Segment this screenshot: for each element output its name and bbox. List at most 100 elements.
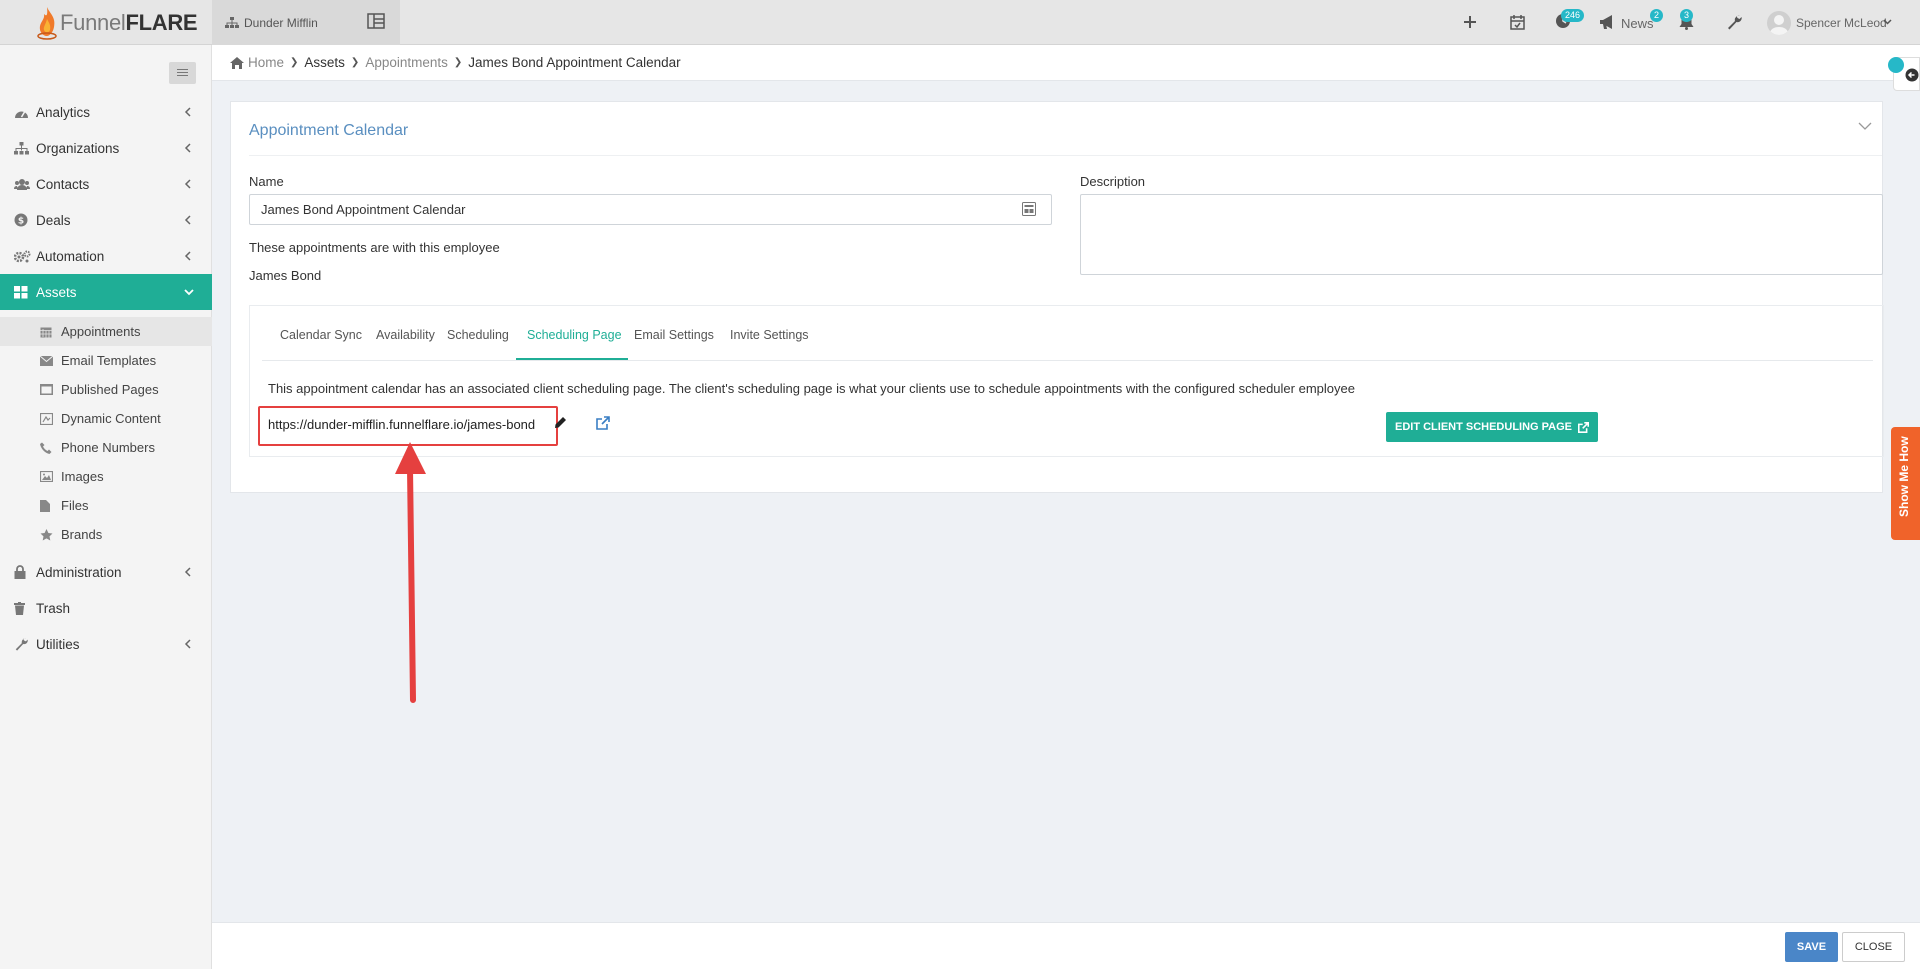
description-textarea[interactable] bbox=[1080, 194, 1883, 275]
chevron-left-icon bbox=[184, 143, 191, 153]
sidebar-item-assets[interactable]: Assets bbox=[0, 274, 212, 310]
avatar[interactable] bbox=[1767, 11, 1791, 35]
external-link-icon[interactable] bbox=[596, 416, 610, 430]
sidebar-subitem-email-templates[interactable]: Email Templates bbox=[0, 346, 212, 375]
sidebar-subitem-label: Brands bbox=[61, 527, 103, 542]
breadcrumb-home[interactable]: Home bbox=[248, 55, 284, 70]
sidebar-item-automation[interactable]: Automation bbox=[0, 238, 212, 274]
sidebar-item-label: Assets bbox=[36, 284, 77, 300]
description-label: Description bbox=[1080, 174, 1146, 189]
sidebar-item-deals[interactable]: $ Deals bbox=[0, 202, 212, 238]
sidebar-item-utilities[interactable]: Utilities bbox=[0, 626, 212, 662]
tasks-badge: 246 bbox=[1561, 9, 1585, 22]
dynamic-icon bbox=[40, 412, 56, 425]
tab-calendar-sync[interactable]: Calendar Sync bbox=[280, 328, 362, 342]
cogs-icon bbox=[14, 250, 32, 263]
save-button[interactable]: SAVE bbox=[1785, 932, 1838, 962]
brand-name-part2: FLARE bbox=[125, 9, 198, 35]
name-input[interactable] bbox=[249, 194, 1052, 225]
sidebar-item-contacts[interactable]: Contacts bbox=[0, 166, 212, 202]
collapse-chevron-icon[interactable] bbox=[1858, 122, 1872, 130]
organization-name: Dunder Mifflin bbox=[244, 15, 318, 30]
tabs-panel: Calendar Sync Availability Scheduling Sc… bbox=[249, 305, 1884, 457]
show-me-how-label: Show Me How bbox=[1897, 436, 1911, 517]
field-picker-icon[interactable] bbox=[1022, 202, 1036, 216]
calendar-icon bbox=[40, 326, 56, 338]
divider bbox=[249, 155, 1882, 156]
logo[interactable]: FunnelFLARE bbox=[0, 0, 212, 45]
sidebar-subitem-label: Phone Numbers bbox=[61, 440, 155, 455]
appointment-calendar-card: Appointment Calendar Name Description Th… bbox=[230, 101, 1884, 493]
edit-client-scheduling-page-button[interactable]: EDIT CLIENT SCHEDULING PAGE bbox=[1386, 412, 1598, 442]
tab-scheduling[interactable]: Scheduling bbox=[447, 328, 509, 342]
phone-icon bbox=[40, 442, 56, 454]
show-me-how-tab[interactable]: Show Me How bbox=[1891, 427, 1920, 540]
chevron-left-icon bbox=[184, 639, 191, 649]
sidebar-item-trash[interactable]: Trash bbox=[0, 590, 212, 626]
tab-invite-settings[interactable]: Invite Settings bbox=[730, 328, 809, 342]
organization-switcher[interactable]: Dunder Mifflin bbox=[212, 0, 400, 45]
chevron-down-icon bbox=[184, 288, 194, 295]
sidebar-toggle-button[interactable] bbox=[169, 62, 196, 84]
breadcrumb-current: James Bond Appointment Calendar bbox=[468, 55, 681, 70]
breadcrumb-appointments[interactable]: Appointments bbox=[365, 55, 448, 70]
sidebar-subitem-appointments[interactable]: Appointments bbox=[0, 317, 212, 346]
card-title: Appointment Calendar bbox=[249, 122, 409, 139]
sidebar-item-analytics[interactable]: Analytics bbox=[0, 94, 212, 130]
wrench-icon bbox=[14, 637, 32, 651]
chevron-left-icon bbox=[184, 567, 191, 577]
sidebar-item-label: Trash bbox=[36, 600, 71, 616]
notification-dot bbox=[1888, 57, 1904, 73]
chevron-left-icon bbox=[184, 215, 191, 225]
tasks-button[interactable]: 246 bbox=[1555, 9, 1585, 32]
svg-text:$: $ bbox=[18, 217, 24, 227]
chevron-right-icon: ❯ bbox=[350, 57, 360, 68]
sitemap-icon bbox=[14, 141, 32, 155]
close-button[interactable]: CLOSE bbox=[1842, 932, 1905, 962]
tab-bar: Calendar Sync Availability Scheduling Sc… bbox=[262, 306, 1873, 361]
sidebar-item-label: Organizations bbox=[36, 140, 120, 156]
scheduling-page-url[interactable]: https://dunder-mifflin.funnelflare.io/ja… bbox=[268, 417, 535, 432]
sidebar-item-label: Utilities bbox=[36, 636, 80, 652]
flame-icon bbox=[37, 6, 57, 40]
sidebar-item-organizations[interactable]: Organizations bbox=[0, 130, 212, 166]
breadcrumb-assets[interactable]: Assets bbox=[304, 55, 345, 70]
lock-icon bbox=[14, 565, 32, 579]
scheduling-page-info: This appointment calendar has an associa… bbox=[268, 381, 1355, 396]
news-label[interactable]: News bbox=[1621, 16, 1654, 31]
page-icon bbox=[40, 384, 56, 395]
sidebar-subitem-files[interactable]: Files bbox=[0, 491, 212, 520]
chevron-right-icon: ❯ bbox=[290, 57, 299, 68]
dollar-icon: $ bbox=[14, 213, 32, 227]
news-button[interactable] bbox=[1599, 14, 1617, 33]
add-icon[interactable] bbox=[1463, 15, 1477, 29]
notifications-badge: 3 bbox=[1680, 9, 1694, 22]
arrow-left-circle-icon bbox=[1905, 68, 1919, 82]
sidebar-item-administration[interactable]: Administration bbox=[0, 554, 212, 590]
sidebar-subitem-dynamic-content[interactable]: Dynamic Content bbox=[0, 404, 212, 433]
sidebar-subitem-phone-numbers[interactable]: Phone Numbers bbox=[0, 433, 212, 462]
tab-availability[interactable]: Availability bbox=[376, 328, 435, 342]
home-icon[interactable] bbox=[230, 56, 244, 69]
sidebar-subitem-label: Files bbox=[61, 498, 89, 513]
sidebar-subitem-published-pages[interactable]: Published Pages bbox=[0, 375, 212, 404]
employee-label: These appointments are with this employe… bbox=[249, 240, 500, 255]
file-icon bbox=[40, 499, 56, 512]
tab-email-settings[interactable]: Email Settings bbox=[634, 328, 714, 342]
sidebar-subitem-images[interactable]: Images bbox=[0, 462, 212, 491]
pencil-icon[interactable] bbox=[554, 416, 567, 429]
sidebar-item-label: Automation bbox=[36, 248, 105, 264]
user-name[interactable]: Spencer McLeod bbox=[1796, 16, 1887, 30]
chevron-left-icon bbox=[184, 179, 191, 189]
calendar-check-icon[interactable] bbox=[1510, 14, 1525, 30]
wrench-icon[interactable] bbox=[1726, 14, 1742, 30]
sidebar-subitem-brands[interactable]: Brands bbox=[0, 520, 212, 549]
sidebar-subitem-label: Appointments bbox=[61, 324, 141, 339]
chevron-down-icon[interactable] bbox=[1883, 19, 1892, 25]
grid-icon bbox=[14, 285, 32, 299]
image-icon bbox=[40, 471, 56, 482]
external-link-icon bbox=[1578, 421, 1590, 433]
layout-toggle-icon[interactable] bbox=[367, 13, 385, 29]
tab-scheduling-page[interactable]: Scheduling Page bbox=[527, 328, 622, 342]
envelope-icon bbox=[40, 355, 56, 366]
